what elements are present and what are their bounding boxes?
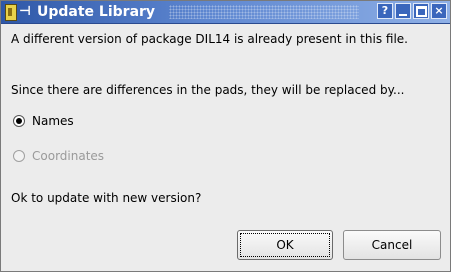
message-line-2: Since there are differences in the pads,… — [11, 83, 405, 97]
radio-coordinates[interactable]: Coordinates — [13, 147, 104, 165]
minimize-icon — [399, 14, 407, 16]
eagle-app-icon[interactable] — [5, 4, 17, 21]
update-library-dialog: ⊣ Update Library ? × A different version… — [0, 0, 451, 272]
radio-names[interactable]: Names — [13, 112, 74, 130]
ok-button[interactable]: OK — [237, 230, 333, 260]
radio-coordinates-indicator[interactable] — [13, 150, 25, 162]
help-button[interactable]: ? — [377, 3, 393, 19]
maximize-button[interactable] — [413, 3, 429, 19]
message-line-1: A different version of package DIL14 is … — [11, 32, 408, 46]
cancel-button[interactable]: Cancel — [343, 230, 441, 260]
radio-names-indicator[interactable] — [13, 115, 25, 127]
minimize-button[interactable] — [395, 3, 411, 19]
close-button[interactable]: × — [431, 3, 447, 19]
title-bar[interactable]: ⊣ Update Library ? × — [1, 1, 450, 24]
update-question: Ok to update with new version? — [11, 191, 202, 205]
pin-icon[interactable]: ⊣ — [19, 3, 31, 21]
window-title: Update Library — [37, 4, 156, 20]
maximize-icon — [415, 6, 427, 17]
title-bar-pattern — [169, 5, 359, 19]
radio-names-label: Names — [32, 114, 74, 128]
radio-coordinates-label: Coordinates — [32, 149, 105, 163]
